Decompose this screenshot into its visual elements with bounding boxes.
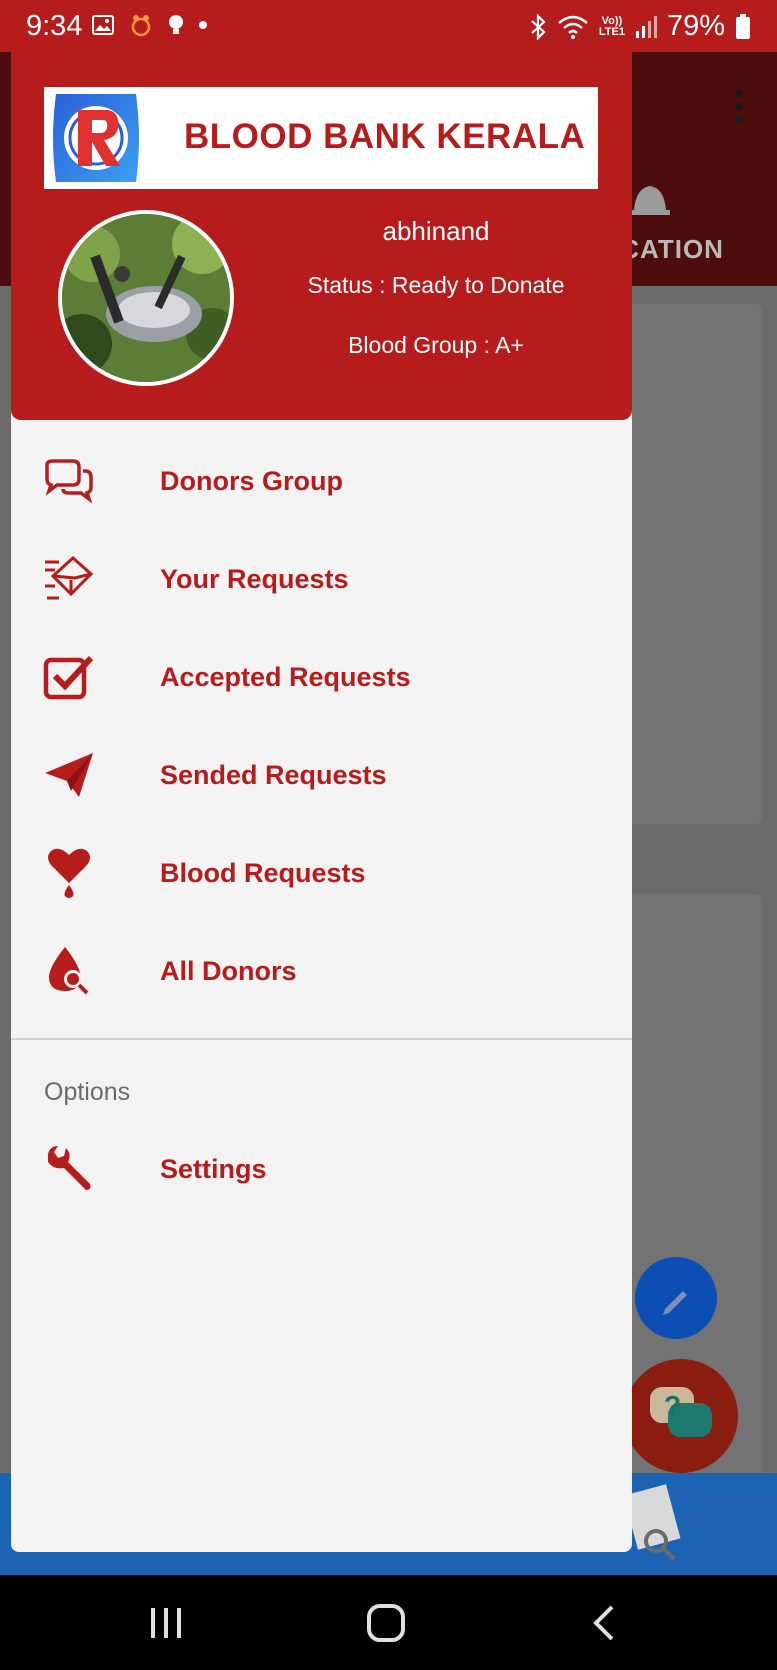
brand-banner: BLOOD BANK KERALA (44, 87, 598, 189)
menu-item-label: Settings (160, 1153, 267, 1184)
battery-percent: 79% (666, 10, 725, 42)
paper-plane-icon (43, 749, 95, 801)
drawer-header: BLOOD BANK KERALA abhinand Status : Read… (11, 48, 632, 420)
profile-photo (62, 214, 230, 382)
menu-item-sended-requests[interactable]: Sended Requests (11, 726, 632, 824)
signal-icon (635, 15, 657, 38)
heart-drop-icon (43, 847, 95, 899)
gallery-icon (92, 15, 114, 35)
recent-apps-button[interactable] (136, 1593, 196, 1653)
system-navigation-bar (0, 1575, 777, 1670)
wrench-icon (43, 1143, 95, 1195)
user-name: abhinand (382, 216, 490, 246)
back-icon (593, 1605, 614, 1641)
avatar[interactable] (58, 210, 234, 386)
notification-icons (92, 13, 208, 37)
status-bar: 9:34 Vo)) LTE1 79% (0, 0, 777, 52)
menu-item-your-requests[interactable]: Your Requests (11, 530, 632, 628)
home-icon (367, 1604, 405, 1642)
system-icons: Vo)) LTE1 79% (529, 10, 751, 43)
bulb-icon (169, 15, 183, 34)
user-status: Status : Ready to Donate (307, 272, 565, 298)
menu-item-label: Blood Requests (160, 857, 366, 888)
menu-divider (11, 1038, 632, 1040)
navigation-drawer: BLOOD BANK KERALA abhinand Status : Read… (11, 48, 632, 1552)
lte-bottom: LTE1 (598, 25, 625, 38)
menu-item-blood-requests[interactable]: Blood Requests (11, 824, 632, 922)
menu-item-donors-group[interactable]: Donors Group (11, 432, 632, 530)
menu-item-all-donors[interactable]: All Donors (11, 922, 632, 1020)
svg-text:?: ? (664, 1390, 681, 1421)
drawer-menu: Donors Group Your Requests Accepted Requ… (11, 420, 632, 1020)
background-card (610, 304, 762, 824)
recent-apps-icon (151, 1608, 181, 1638)
help-chat-icon: ? (650, 1387, 712, 1437)
back-button[interactable] (574, 1593, 634, 1653)
user-blood-group: Blood Group : A+ (348, 332, 524, 358)
overflow-menu-icon (735, 90, 743, 128)
checkbox-icon (43, 651, 95, 703)
menu-item-settings[interactable]: Settings (11, 1120, 632, 1218)
chat-bubbles-icon (43, 455, 95, 507)
pencil-icon (663, 1291, 687, 1315)
bell-icon (630, 186, 670, 215)
edit-fab (635, 1257, 717, 1339)
blood-bank-logo (53, 94, 139, 182)
lte-top: Vo)) (601, 14, 623, 27)
menu-item-label: Donors Group (160, 465, 343, 496)
bluetooth-icon (531, 13, 546, 40)
menu-item-label: Your Requests (160, 563, 349, 594)
status-time: 9:34 (26, 10, 83, 42)
app-title: BLOOD BANK KERALA (184, 117, 586, 156)
battery-icon (736, 13, 750, 39)
documents-icon (623, 1484, 681, 1561)
menu-item-label: All Donors (160, 955, 297, 986)
home-button[interactable] (356, 1593, 416, 1653)
drop-search-icon (43, 945, 95, 997)
help-fab: ? (624, 1359, 738, 1473)
app-icon (131, 15, 151, 37)
dot-icon (199, 21, 207, 29)
menu-item-label: Sended Requests (160, 759, 387, 790)
lte-indicator: Vo)) LTE1 (598, 14, 625, 38)
menu-item-label: Accepted Requests (160, 661, 411, 692)
menu-item-accepted-requests[interactable]: Accepted Requests (11, 628, 632, 726)
wifi-icon (558, 15, 588, 39)
options-section-title: Options (44, 1078, 131, 1106)
envelope-send-icon (43, 553, 95, 605)
